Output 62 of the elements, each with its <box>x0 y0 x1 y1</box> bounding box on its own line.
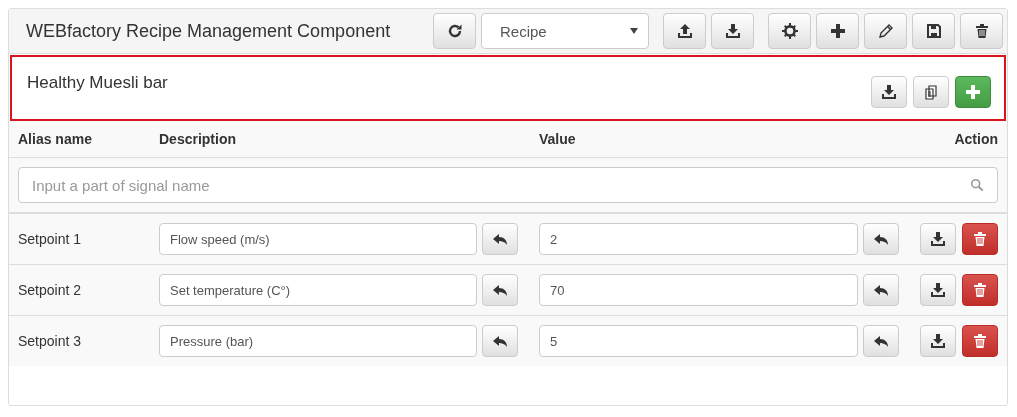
trash-icon <box>972 231 988 247</box>
revert-button[interactable] <box>863 223 899 255</box>
value-field[interactable]: 5 <box>539 325 858 357</box>
settings-button[interactable] <box>768 13 811 49</box>
description-field[interactable]: Set temperature (C°) <box>159 274 477 306</box>
download-icon <box>930 333 946 349</box>
refresh-icon <box>446 23 463 39</box>
window-title: WEBfactory Recipe Management Component <box>26 20 392 42</box>
reply-arrow-icon <box>873 333 889 349</box>
column-header: Description <box>159 131 237 147</box>
reply-arrow-icon <box>492 231 508 247</box>
caret-icon <box>630 28 638 34</box>
refresh-button[interactable] <box>433 13 476 49</box>
download-button[interactable] <box>871 76 907 108</box>
column-header: Value <box>539 131 577 147</box>
trash-icon <box>972 282 988 298</box>
delete-button[interactable] <box>962 274 998 306</box>
value-field[interactable]: 70 <box>539 274 858 306</box>
revert-button[interactable] <box>482 223 518 255</box>
download-button[interactable] <box>920 325 956 357</box>
recipe-name: Healthy Muesli bar <box>27 73 169 93</box>
reply-arrow-icon <box>873 231 889 247</box>
value-field[interactable]: 2 <box>539 223 858 255</box>
add-button[interactable] <box>816 13 859 49</box>
save-button[interactable] <box>912 13 955 49</box>
description-field[interactable]: Flow speed (m/s) <box>159 223 477 255</box>
settings-icon <box>781 23 798 39</box>
download-button[interactable] <box>920 274 956 306</box>
table-cell-text: Setpoint 3 <box>18 333 83 349</box>
delete-button[interactable] <box>962 325 998 357</box>
documents-icon <box>923 84 939 100</box>
recipe-dropdown[interactable]: Recipe <box>481 13 649 49</box>
table-cell-text: Setpoint 2 <box>18 282 83 298</box>
revert-button[interactable] <box>482 274 518 306</box>
download-button[interactable] <box>920 223 956 255</box>
download-icon <box>724 23 741 39</box>
download-button[interactable] <box>711 13 754 49</box>
description-field[interactable]: Pressure (bar) <box>159 325 477 357</box>
search-icon <box>970 178 984 192</box>
edit-button[interactable] <box>864 13 907 49</box>
upload-button[interactable] <box>663 13 706 49</box>
column-header: Alias name <box>18 131 93 147</box>
plus-icon <box>965 84 981 100</box>
reply-arrow-icon <box>873 282 889 298</box>
search-field[interactable]: Input a part of signal name <box>18 167 998 203</box>
download-icon <box>930 231 946 247</box>
delete-button[interactable] <box>962 223 998 255</box>
revert-button[interactable] <box>863 274 899 306</box>
upload-icon <box>676 23 693 39</box>
revert-button[interactable] <box>863 325 899 357</box>
table-cell-text: Setpoint 1 <box>18 231 83 247</box>
pencil-icon <box>877 23 894 39</box>
column-header: Action <box>954 131 998 147</box>
revert-button[interactable] <box>482 325 518 357</box>
reply-arrow-icon <box>492 282 508 298</box>
trash-icon <box>972 333 988 349</box>
trash-icon <box>973 23 990 39</box>
download-icon <box>930 282 946 298</box>
download-icon <box>881 84 897 100</box>
copy-button[interactable] <box>913 76 949 108</box>
plus-icon <box>829 23 846 39</box>
reply-arrow-icon <box>492 333 508 349</box>
